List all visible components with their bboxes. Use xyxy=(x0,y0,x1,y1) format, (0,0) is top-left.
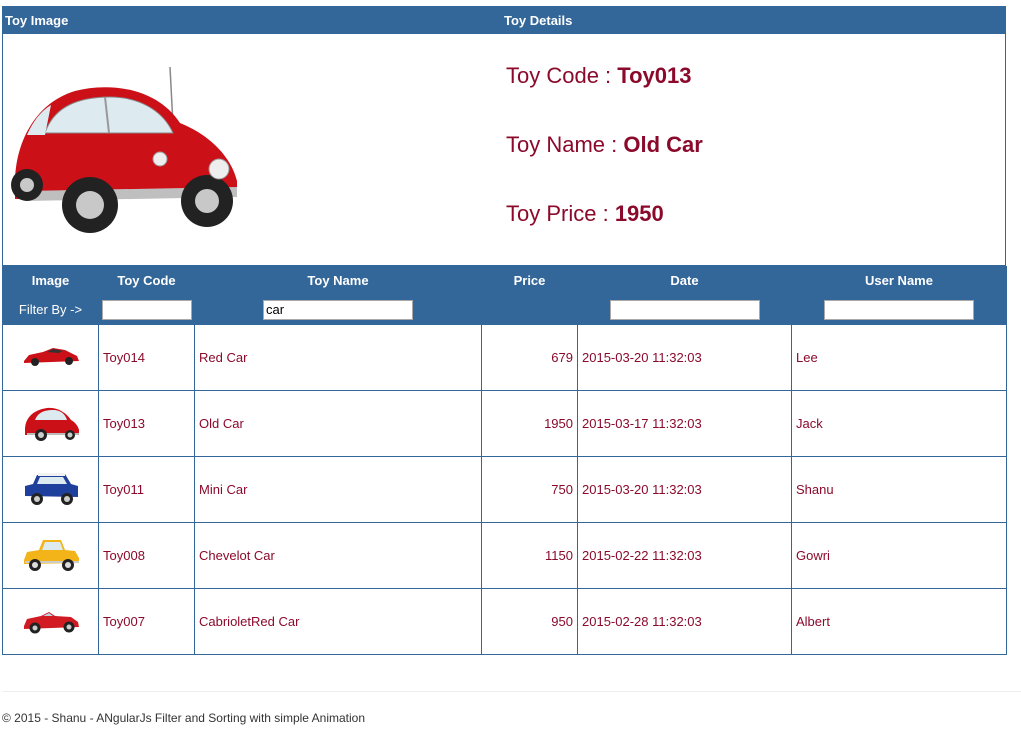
row-name: Red Car xyxy=(194,324,482,391)
filter-row: Filter By -> xyxy=(2,294,1007,325)
detail-price-value: 1950 xyxy=(614,201,664,226)
table-row[interactable]: Toy008 Chevelot Car 1150 2015-02-22 11:3… xyxy=(2,522,1007,589)
row-name: Chevelot Car xyxy=(194,522,482,589)
red-convertible-car-icon xyxy=(23,612,79,634)
filter-price-empty xyxy=(481,294,578,325)
row-price: 950 xyxy=(481,588,578,655)
detail-name-line: Toy Name : Old Car xyxy=(506,132,703,158)
filter-date-input[interactable] xyxy=(609,299,760,320)
filter-code-input[interactable] xyxy=(101,299,192,320)
yellow-vintage-car-icon xyxy=(23,540,79,571)
row-date: 2015-02-22 11:32:03 xyxy=(577,522,792,589)
toy-image-heading: Toy Image xyxy=(5,13,69,28)
column-header-price[interactable]: Price xyxy=(481,266,578,295)
filter-name-input[interactable] xyxy=(263,299,413,320)
detail-code-label: Toy Code : xyxy=(506,63,618,88)
red-sports-car-icon xyxy=(23,348,79,366)
table-row[interactable]: Toy007 CabrioletRed Car 950 2015-02-28 1… xyxy=(2,588,1007,655)
filter-user-input[interactable] xyxy=(824,299,974,320)
row-image-cell xyxy=(2,522,99,589)
detail-name-value: Old Car xyxy=(623,132,703,157)
row-user: Lee xyxy=(791,324,1007,391)
footer-copyright: © 2015 - Shanu - ANgularJs Filter and So… xyxy=(2,711,366,725)
column-header-toy-code[interactable]: Toy Code xyxy=(98,266,195,295)
row-price: 1950 xyxy=(481,390,578,457)
detail-price-line: Toy Price : 1950 xyxy=(506,201,664,227)
row-code: Toy014 xyxy=(98,324,195,391)
row-image-cell xyxy=(2,588,99,655)
table-row[interactable]: Toy011 Mini Car 750 2015-03-20 11:32:03 … xyxy=(2,456,1007,523)
row-image-cell xyxy=(2,390,99,457)
row-user: Shanu xyxy=(791,456,1007,523)
toy-grid: Image Toy Code Toy Name Price Date User … xyxy=(2,266,1007,655)
row-user: Jack xyxy=(791,390,1007,457)
red-beetle-car-icon xyxy=(24,407,79,441)
column-header-image[interactable]: Image xyxy=(2,266,99,295)
table-row[interactable]: Toy013 Old Car 1950 2015-03-17 11:32:03 … xyxy=(2,390,1007,457)
row-user: Gowri xyxy=(791,522,1007,589)
row-date: 2015-03-20 11:32:03 xyxy=(577,324,792,391)
red-beetle-car-icon xyxy=(11,66,237,233)
detail-code-line: Toy Code : Toy013 xyxy=(506,63,691,89)
row-code: Toy007 xyxy=(98,588,195,655)
blue-mini-car-icon xyxy=(24,473,78,505)
row-user: Albert xyxy=(791,588,1007,655)
row-price: 1150 xyxy=(481,522,578,589)
row-name: CabrioletRed Car xyxy=(194,588,482,655)
row-price: 679 xyxy=(481,324,578,391)
detail-name-label: Toy Name : xyxy=(506,132,624,157)
toy-details-panel: Toy Image Toy Details Toy Code : Toy013 … xyxy=(2,6,1006,266)
row-code: Toy008 xyxy=(98,522,195,589)
toy-details-heading: Toy Details xyxy=(504,13,573,28)
table-row[interactable]: Toy014 Red Car 679 2015-03-20 11:32:03 L… xyxy=(2,324,1007,391)
row-image-cell xyxy=(2,456,99,523)
row-date: 2015-03-17 11:32:03 xyxy=(577,390,792,457)
column-header-date[interactable]: Date xyxy=(577,266,792,295)
footer-divider xyxy=(2,691,1021,692)
row-date: 2015-03-20 11:32:03 xyxy=(577,456,792,523)
filter-label: Filter By -> xyxy=(18,302,83,317)
row-name: Mini Car xyxy=(194,456,482,523)
row-price: 750 xyxy=(481,456,578,523)
column-header-toy-name[interactable]: Toy Name xyxy=(194,266,482,295)
row-code: Toy013 xyxy=(98,390,195,457)
detail-code-value: Toy013 xyxy=(617,63,692,88)
column-header-user-name[interactable]: User Name xyxy=(791,266,1007,295)
row-image-cell xyxy=(2,324,99,391)
row-code: Toy011 xyxy=(98,456,195,523)
row-name: Old Car xyxy=(194,390,482,457)
row-date: 2015-02-28 11:32:03 xyxy=(577,588,792,655)
detail-price-label: Toy Price : xyxy=(506,201,615,226)
details-header: Toy Image Toy Details xyxy=(3,7,1005,34)
